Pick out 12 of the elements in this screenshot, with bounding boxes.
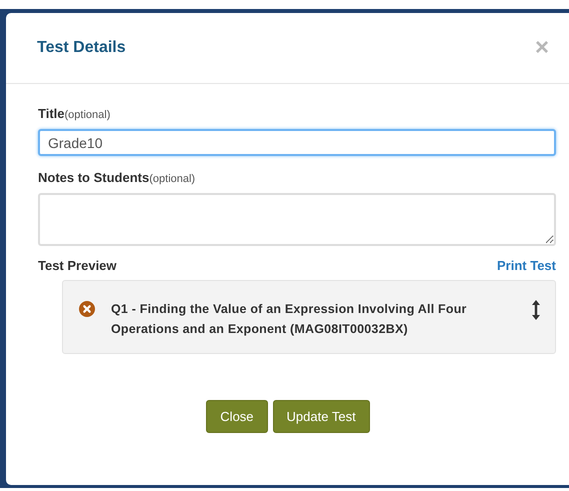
dialog-title: Test Details — [37, 39, 126, 57]
dialog-button[interactable]: Update Test — [272, 400, 370, 433]
print-test-link[interactable]: Print Test — [497, 258, 556, 273]
dialog-button[interactable]: Close — [206, 400, 268, 433]
notes-field[interactable] — [38, 193, 556, 246]
field-label: Title(optional) — [38, 106, 112, 121]
section-label: Test Preview — [38, 258, 117, 273]
field-label: Notes to Students(optional) — [38, 170, 196, 185]
question-title: Q1 - Finding the Value of an Expression Involving All Four Operations and an Exponent (MAG08IT00032BX) — [111, 301, 468, 338]
remove-icon[interactable] — [79, 301, 95, 317]
vertical-arrows-icon[interactable] — [531, 299, 541, 321]
title-field[interactable]: Grade10 — [38, 129, 556, 156]
